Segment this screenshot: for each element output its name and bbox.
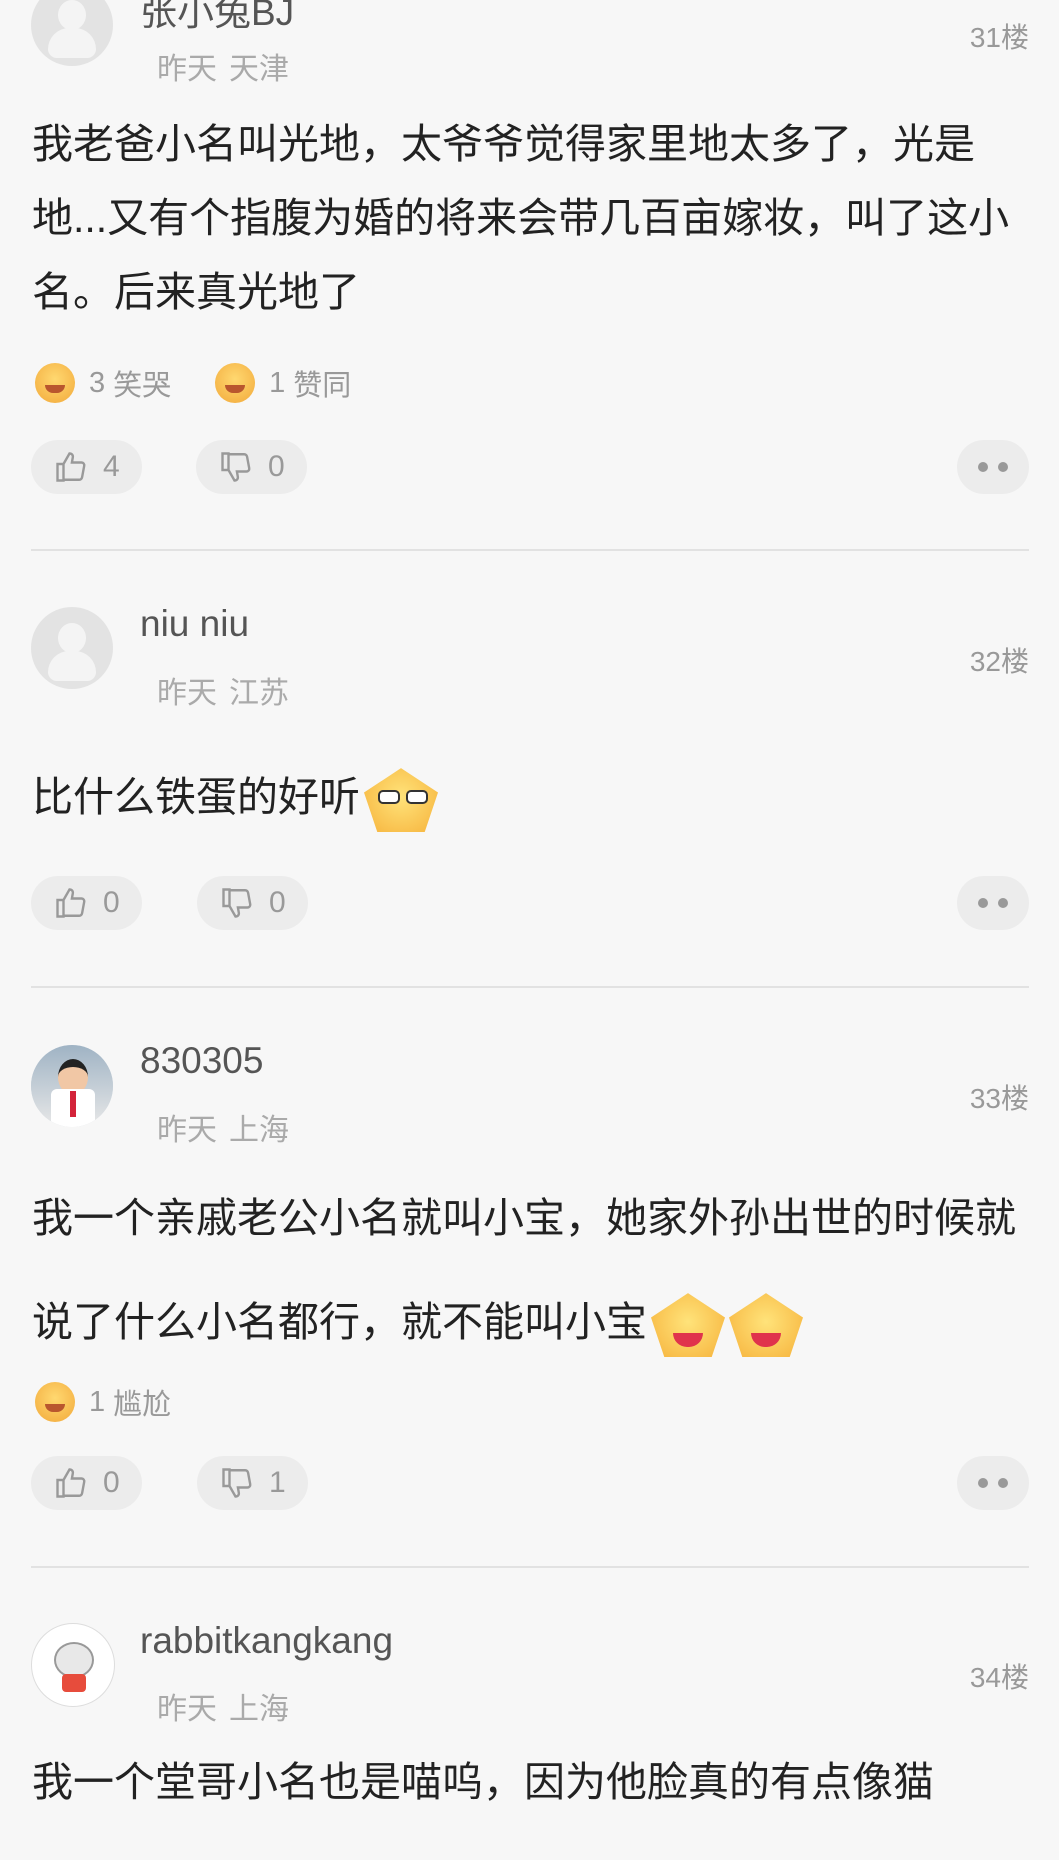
reaction-agree[interactable]: 1 赞同 — [215, 362, 351, 404]
username[interactable]: niu niu — [140, 603, 249, 645]
more-options-button[interactable] — [957, 440, 1029, 494]
reaction-label: 尴尬 — [113, 1389, 172, 1421]
comment-text-content: 我一个亲戚老公小名就叫小宝，她家外孙出世的时候就说了什么小名都行，就不能叫小宝 — [32, 1195, 1016, 1345]
dot-icon — [998, 1478, 1008, 1488]
laugh-cry-emoji-icon — [35, 363, 75, 403]
comment-location: 上海 — [229, 1693, 289, 1726]
username[interactable]: rabbitkangkang — [140, 1620, 393, 1662]
like-count: 0 — [103, 886, 120, 919]
dislike-button[interactable]: 0 — [197, 876, 308, 930]
comment-meta: 昨天 天津 — [157, 44, 289, 88]
floor-number: 33楼 — [969, 1083, 1029, 1114]
comment-meta: 昨天 江苏 — [157, 668, 289, 712]
avatar[interactable] — [31, 607, 113, 689]
reaction-count: 1 — [269, 366, 286, 399]
like-count: 0 — [103, 1466, 120, 1499]
comment-meta: 昨天 上海 — [157, 1105, 289, 1149]
thumbs-up-icon — [56, 452, 86, 482]
avatar[interactable] — [31, 0, 113, 66]
thumbs-down-icon — [222, 1468, 252, 1498]
divider — [31, 1566, 1029, 1568]
reaction-count: 3 — [89, 366, 106, 399]
dislike-count: 0 — [269, 886, 286, 919]
username[interactable]: 830305 — [140, 1040, 263, 1082]
comment-location: 江苏 — [229, 677, 289, 710]
comment-text: 我一个堂哥小名也是喵呜，因为他脸真的有点像猫 — [32, 1759, 934, 1805]
thumbs-up-icon — [56, 888, 86, 918]
like-button[interactable]: 4 — [31, 440, 142, 494]
thumbs-up-icon — [56, 1468, 86, 1498]
comment-text: 我老爸小名叫光地，太爷爷觉得家里地太多了，光是地...又有个指腹为婚的将来会带几… — [32, 121, 1010, 315]
comment-location: 上海 — [229, 1114, 289, 1147]
comment-time: 昨天 — [157, 53, 217, 86]
username[interactable]: 张小兔BJ — [140, 0, 294, 36]
reaction-laugh-cry[interactable]: 3 笑哭 — [35, 362, 171, 404]
comment-time: 昨天 — [157, 1693, 217, 1726]
reaction-awkward[interactable]: 1 尴尬 — [35, 1381, 171, 1423]
like-button[interactable]: 0 — [31, 876, 142, 930]
reaction-count: 1 — [89, 1385, 106, 1418]
heart-face-emoji-icon — [215, 363, 256, 403]
dislike-button[interactable]: 1 — [197, 1456, 308, 1510]
dislike-count: 1 — [269, 1466, 286, 1499]
floor-number: 31楼 — [969, 22, 1029, 53]
divider — [31, 986, 1029, 988]
comment-text-content: 比什么铁蛋的好听 — [32, 774, 360, 820]
reaction-label: 笑哭 — [113, 370, 172, 402]
like-button[interactable]: 0 — [31, 1456, 142, 1510]
dislike-count: 0 — [268, 450, 285, 483]
more-options-button[interactable] — [957, 876, 1029, 930]
grin-emoji-icon — [729, 1293, 803, 1358]
comment-text: 我一个亲戚老公小名就叫小宝，她家外孙出世的时候就说了什么小名都行，就不能叫小宝 — [32, 1166, 1022, 1374]
comment-meta: 昨天 上海 — [157, 1684, 289, 1728]
thumbs-down-icon — [221, 452, 251, 482]
thumbs-down-icon — [222, 888, 252, 918]
comment-location: 天津 — [229, 53, 289, 86]
reaction-bar: 1 尴尬 — [35, 1382, 215, 1422]
like-count: 4 — [103, 450, 120, 483]
comment-time: 昨天 — [157, 677, 217, 710]
reaction-label: 赞同 — [293, 370, 352, 402]
dot-icon — [978, 462, 988, 472]
awkward-emoji-icon — [35, 1382, 75, 1422]
dot-icon — [978, 1478, 988, 1488]
divider — [31, 549, 1029, 551]
dot-icon — [998, 462, 1008, 472]
dot-icon — [998, 898, 1008, 908]
floor-number: 34楼 — [969, 1662, 1029, 1693]
comment-time: 昨天 — [157, 1114, 217, 1147]
avatar[interactable] — [31, 1623, 115, 1707]
comment-text: 比什么铁蛋的好听 — [32, 760, 1022, 834]
floor-number: 32楼 — [969, 646, 1029, 677]
smirk-emoji-icon — [364, 768, 438, 833]
grin-emoji-icon — [651, 1293, 725, 1358]
dot-icon — [978, 898, 988, 908]
dislike-button[interactable]: 0 — [196, 440, 307, 494]
avatar[interactable] — [31, 1045, 113, 1127]
reaction-bar: 3 笑哭 1 赞同 — [35, 363, 395, 403]
more-options-button[interactable] — [957, 1456, 1029, 1510]
